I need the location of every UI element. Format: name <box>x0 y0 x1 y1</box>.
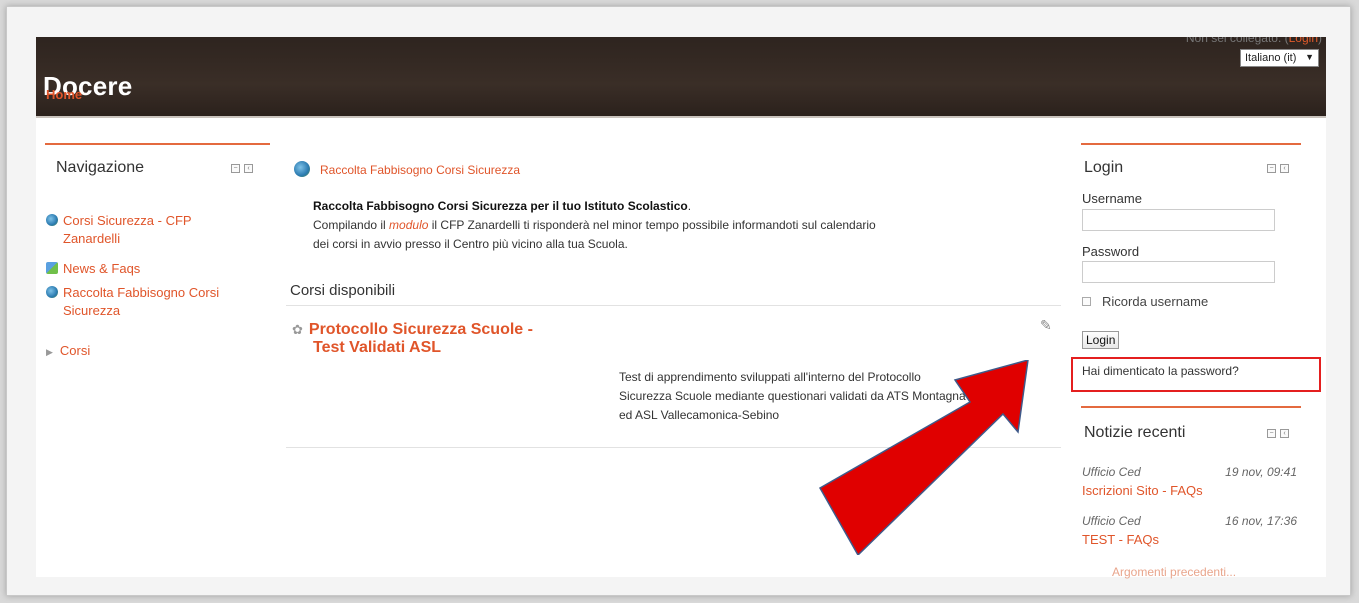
nav-item-news-faqs[interactable]: News & Faqs <box>46 260 140 278</box>
username-label: Username <box>1082 191 1142 206</box>
expand-arrow-icon: ▶ <box>46 347 53 357</box>
news-title: Notizie recenti <box>1084 424 1186 441</box>
course-icon: ✿ <box>292 322 303 337</box>
password-input[interactable] <box>1082 261 1275 283</box>
remember-checkbox[interactable] <box>1082 297 1091 306</box>
forum-icon <box>46 262 58 274</box>
globe-icon <box>294 161 310 177</box>
collapse-icon[interactable]: − <box>1267 429 1276 438</box>
dock-icon[interactable]: ‹ <box>1280 429 1289 438</box>
older-topics-link[interactable]: Argomenti precedenti... <box>1112 565 1236 579</box>
edit-icon[interactable]: ✎ <box>1040 317 1052 334</box>
highlight-box <box>1071 357 1321 392</box>
nav-item-corsi[interactable]: ▶ Corsi <box>46 343 90 358</box>
username-input[interactable] <box>1082 209 1275 231</box>
red-arrow-icon <box>818 360 1029 555</box>
content-area: Navigazione − ‹ Home Corsi Sicurezza - C… <box>36 37 1326 579</box>
news-item-link[interactable]: TEST - FAQs <box>1082 532 1159 547</box>
course-title-link[interactable]: ✿ Protocollo Sicurezza Scuole - Test Vali… <box>292 321 533 357</box>
site-summary: Raccolta Fabbisogno Corsi Sicurezza per … <box>313 199 876 251</box>
dock-icon[interactable]: ‹ <box>1280 164 1289 173</box>
login-button[interactable]: Login <box>1082 331 1120 349</box>
login-title: Login <box>1084 159 1124 176</box>
nav-item-corsi-sicurezza[interactable]: Corsi Sicurezza - CFP Zanardelli <box>46 212 192 248</box>
news-meta: Ufficio Ced 19 nov, 09:41 <box>1082 465 1297 479</box>
news-meta: Ufficio Ced 16 nov, 17:36 <box>1082 514 1297 528</box>
globe-icon <box>46 286 58 298</box>
block-controls: − ‹ <box>1267 164 1289 173</box>
divider <box>286 305 1061 306</box>
news-item-link[interactable]: Iscrizioni Sito - FAQs <box>1082 483 1203 498</box>
navigation-title: Navigazione <box>56 159 145 176</box>
password-label: Password <box>1082 244 1140 259</box>
dock-icon[interactable]: ‹ <box>244 164 253 173</box>
remember-username[interactable]: Ricorda username <box>1082 294 1208 309</box>
navigation-block: Navigazione − ‹ <box>45 143 270 363</box>
collapse-icon[interactable]: − <box>231 164 240 173</box>
nav-home-link[interactable]: Home <box>46 87 82 102</box>
modulo-link[interactable]: modulo <box>389 218 428 232</box>
resource-link[interactable]: Raccolta Fabbisogno Corsi Sicurezza <box>294 161 520 177</box>
globe-icon <box>46 214 58 226</box>
nav-item-raccolta-fabbisogno[interactable]: Raccolta Fabbisogno Corsi Sicurezza <box>46 284 219 320</box>
courses-heading: Corsi disponibili <box>290 282 396 299</box>
collapse-icon[interactable]: − <box>1267 164 1276 173</box>
block-controls: − ‹ <box>1267 429 1289 438</box>
block-controls: − ‹ <box>231 164 253 173</box>
